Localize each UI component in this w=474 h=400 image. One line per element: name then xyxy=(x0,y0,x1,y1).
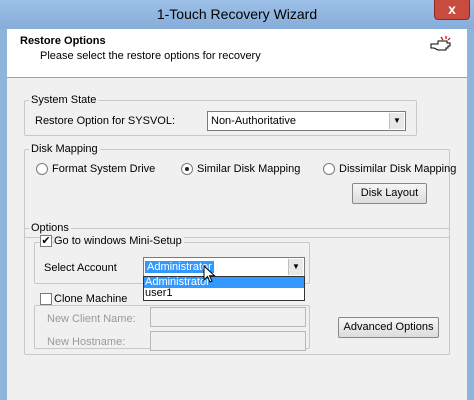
select-account-label: Select Account xyxy=(44,262,117,274)
account-option-user1[interactable]: user1 xyxy=(144,288,304,299)
disk-mapping-label: Disk Mapping xyxy=(29,143,100,155)
mouse-cursor-icon xyxy=(203,265,216,283)
account-dropdown-list[interactable]: Administrator user1 xyxy=(143,276,305,301)
title-bar[interactable]: 1-Touch Recovery Wizard x xyxy=(0,0,474,29)
radio-dissimilar-disk-mapping[interactable] xyxy=(323,163,335,175)
new-hostname-label: New Hostname: xyxy=(47,336,126,348)
disk-layout-button[interactable]: Disk Layout xyxy=(352,183,427,204)
account-select[interactable]: Administrator ▼ xyxy=(143,257,305,277)
similar-disk-mapping-label[interactable]: Similar Disk Mapping xyxy=(197,163,300,175)
new-client-name-label: New Client Name: xyxy=(47,313,136,325)
chevron-down-icon[interactable]: ▼ xyxy=(288,259,303,275)
system-state-label: System State xyxy=(29,94,99,106)
radio-format-system-drive[interactable] xyxy=(36,163,48,175)
new-client-name-input xyxy=(150,307,306,327)
close-button[interactable]: x xyxy=(434,0,470,20)
dialog-client: Restore Options Please select the restor… xyxy=(7,29,467,400)
wizard-window: 1-Touch Recovery Wizard x Restore Option… xyxy=(0,0,474,400)
disk-layout-button-label: Disk Layout xyxy=(360,187,419,199)
page-title: Restore Options xyxy=(20,35,106,47)
sysvol-option-value: Non-Authoritative xyxy=(211,115,296,127)
mini-setup-checkbox[interactable]: ✔ xyxy=(40,235,52,247)
clone-machine-label[interactable]: Clone Machine xyxy=(54,293,130,305)
new-hostname-input xyxy=(150,331,306,351)
page-subtitle: Please select the restore options for re… xyxy=(40,50,261,62)
dissimilar-disk-mapping-label[interactable]: Dissimilar Disk Mapping xyxy=(339,163,456,175)
clone-machine-checkbox[interactable] xyxy=(40,293,52,305)
advanced-options-button-label: Advanced Options xyxy=(343,321,434,333)
sysvol-option-label: Restore Option for SYSVOL: xyxy=(35,115,176,127)
advanced-options-button[interactable]: Advanced Options xyxy=(338,317,439,338)
radio-similar-disk-mapping[interactable] xyxy=(181,163,193,175)
hand-pointer-icon xyxy=(430,36,451,51)
options-label: Options xyxy=(29,222,71,234)
window-title: 1-Touch Recovery Wizard xyxy=(156,6,318,22)
mini-setup-label[interactable]: Go to windows Mini-Setup xyxy=(54,235,184,247)
format-system-drive-label[interactable]: Format System Drive xyxy=(52,163,155,175)
wizard-header: Restore Options Please select the restor… xyxy=(7,29,467,78)
chevron-down-icon[interactable]: ▼ xyxy=(389,113,404,129)
sysvol-option-select[interactable]: Non-Authoritative ▼ xyxy=(207,111,406,131)
